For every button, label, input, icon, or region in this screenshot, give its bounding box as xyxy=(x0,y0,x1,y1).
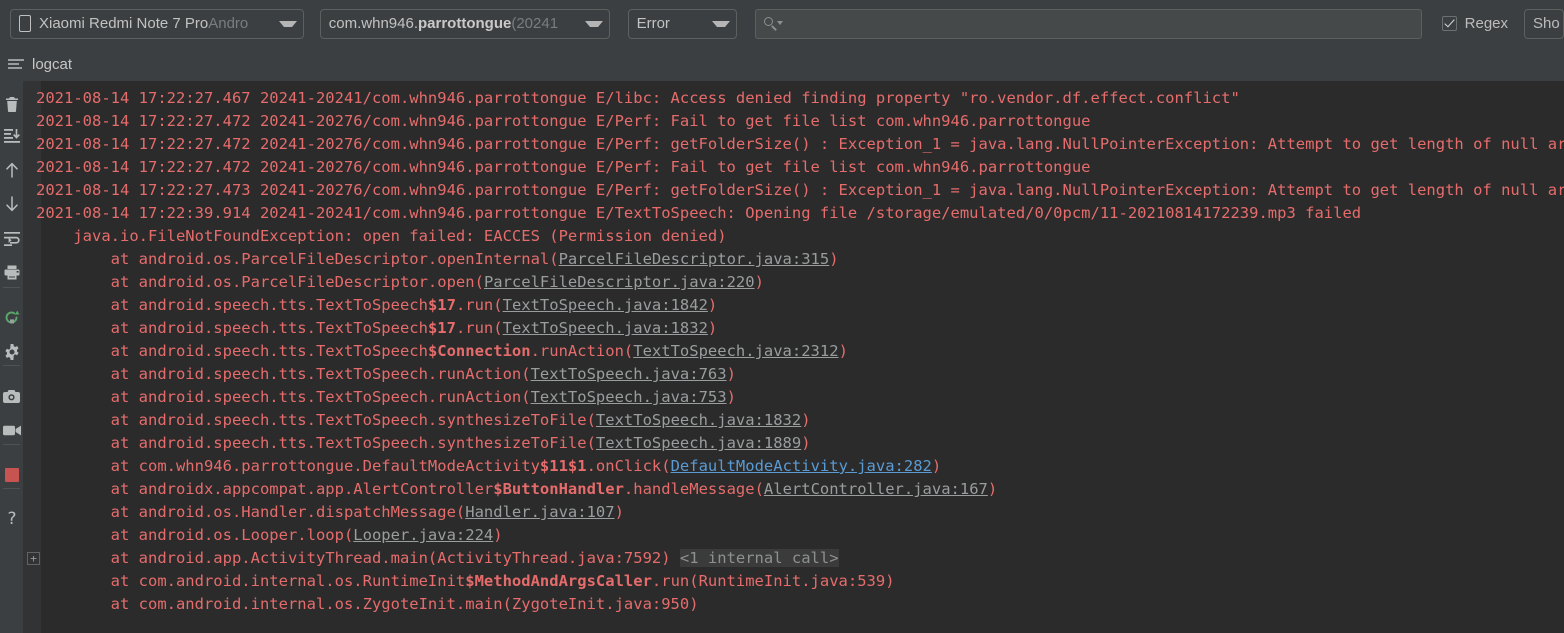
log-line[interactable]: at android.os.ParcelFileDescriptor.open(… xyxy=(36,271,1564,294)
logcat-tabstrip: logcat xyxy=(0,47,1564,81)
log-line[interactable]: at android.speech.tts.TextToSpeech$Conne… xyxy=(36,340,1564,363)
log-line-list: 2021-08-14 17:22:27.467 20241-20241/com.… xyxy=(36,87,1564,616)
print-icon[interactable] xyxy=(0,261,23,284)
device-selector[interactable]: Xiaomi Redmi Note 7 Pro Andro xyxy=(10,8,304,39)
source-link[interactable]: TextToSpeech.java:1889 xyxy=(596,434,801,452)
scroll-to-end-icon[interactable] xyxy=(0,124,23,147)
log-line[interactable]: 2021-08-14 17:22:39.914 20241-20241/com.… xyxy=(36,202,1564,225)
up-arrow-icon[interactable] xyxy=(0,158,23,181)
regex-checkbox[interactable] xyxy=(1441,16,1457,31)
log-line[interactable]: at android.speech.tts.TextToSpeech$17.ru… xyxy=(36,294,1564,317)
logcat-icon xyxy=(8,58,24,70)
search-icon[interactable] xyxy=(763,16,783,32)
chevron-down-icon xyxy=(278,20,297,27)
log-line[interactable]: 2021-08-14 17:22:27.473 20241-20276/com.… xyxy=(36,179,1564,202)
log-segment: $MethodAndArgsCaller xyxy=(465,572,652,590)
settings-gear-icon[interactable] xyxy=(0,340,23,363)
source-link[interactable]: TextToSpeech.java:2312 xyxy=(633,342,838,360)
soft-wrap-icon[interactable] xyxy=(0,227,23,250)
source-link[interactable]: AlertController.java:167 xyxy=(764,480,988,498)
log-segment: $17 xyxy=(427,319,456,337)
log-line[interactable]: at android.os.Looper.loop(Looper.java:22… xyxy=(36,524,1564,547)
log-line[interactable]: at android.speech.tts.TextToSpeech.runAc… xyxy=(36,363,1564,386)
log-line[interactable]: at com.whn946.parrottongue.DefaultModeAc… xyxy=(36,455,1564,478)
log-line[interactable]: at android.os.ParcelFileDescriptor.openI… xyxy=(36,248,1564,271)
log-segment: $ButtonHandler xyxy=(493,480,624,498)
log-line[interactable]: at android.app.ActivityThread.main(Activ… xyxy=(36,547,1564,570)
regex-label: Regex xyxy=(1464,15,1508,32)
down-arrow-icon[interactable] xyxy=(0,192,23,215)
log-segment: $17 xyxy=(427,296,456,314)
log-line[interactable]: at com.android.internal.os.ZygoteInit.ma… xyxy=(36,593,1564,616)
log-line[interactable]: at com.android.internal.os.RuntimeInit$M… xyxy=(36,570,1564,593)
svg-text:?: ? xyxy=(7,510,16,527)
clear-logcat-icon[interactable] xyxy=(0,93,23,116)
process-pid: (20241 xyxy=(511,15,559,32)
logcat-window: Xiaomi Redmi Note 7 Pro Andro com.whn946… xyxy=(0,0,1564,633)
log-segment: $Connection xyxy=(427,342,531,360)
source-link[interactable]: Handler.java:107 xyxy=(465,503,614,521)
chevron-down-icon xyxy=(584,20,603,27)
logcat-action-rail: ? xyxy=(0,81,23,633)
log-line[interactable]: 2021-08-14 17:22:27.467 20241-20241/com.… xyxy=(36,87,1564,110)
log-line[interactable]: java.io.FileNotFoundException: open fail… xyxy=(36,225,1564,248)
screenshot-camera-icon[interactable] xyxy=(0,385,23,408)
screen-record-icon[interactable] xyxy=(0,419,23,442)
restart-icon[interactable] xyxy=(0,306,23,329)
search-input[interactable] xyxy=(785,14,1413,33)
process-selector[interactable]: com.whn946. parrottongue (20241 xyxy=(319,8,610,39)
logcat-toolbar: Xiaomi Redmi Note 7 Pro Andro com.whn946… xyxy=(0,0,1564,47)
log-level-selector[interactable]: Error xyxy=(627,8,737,39)
log-line[interactable]: at android.speech.tts.TextToSpeech.synth… xyxy=(36,409,1564,432)
source-link[interactable]: TextToSpeech.java:763 xyxy=(531,365,727,383)
regex-option[interactable]: Regex xyxy=(1441,15,1508,32)
source-link[interactable]: ParcelFileDescriptor.java:315 xyxy=(559,250,830,268)
process-prefix: com.whn946. xyxy=(328,15,418,32)
show-only-selected-button[interactable]: Sho xyxy=(1524,8,1564,39)
log-line[interactable]: 2021-08-14 17:22:27.472 20241-20276/com.… xyxy=(36,156,1564,179)
source-link[interactable]: ParcelFileDescriptor.java:220 xyxy=(484,273,755,291)
log-line[interactable]: 2021-08-14 17:22:27.472 20241-20276/com.… xyxy=(36,133,1564,156)
source-link[interactable]: TextToSpeech.java:1842 xyxy=(503,296,708,314)
internal-call-badge: <1 internal call> xyxy=(679,549,839,567)
tab-logcat[interactable]: logcat xyxy=(8,56,72,73)
help-icon[interactable]: ? xyxy=(0,507,23,530)
source-link[interactable]: Looper.java:224 xyxy=(353,526,493,544)
log-line[interactable]: at android.os.Handler.dispatchMessage(Ha… xyxy=(36,501,1564,524)
device-name: Xiaomi Redmi Note 7 Pro xyxy=(39,15,209,32)
stop-icon[interactable] xyxy=(0,463,23,486)
chevron-down-icon xyxy=(711,20,730,27)
source-link[interactable]: TextToSpeech.java:1832 xyxy=(503,319,708,337)
log-line[interactable]: at android.speech.tts.TextToSpeech$17.ru… xyxy=(36,317,1564,340)
tab-logcat-label: logcat xyxy=(32,55,73,73)
source-link[interactable]: TextToSpeech.java:1832 xyxy=(596,411,801,429)
source-link[interactable]: DefaultModeActivity.java:282 xyxy=(671,457,932,475)
process-name: parrottongue xyxy=(418,15,512,32)
log-line[interactable]: at androidx.appcompat.app.AlertControlle… xyxy=(36,478,1564,501)
phone-icon xyxy=(19,15,31,32)
log-level-value: Error xyxy=(636,15,670,32)
log-segment: $11$1 xyxy=(539,457,587,475)
log-line[interactable]: 2021-08-14 17:22:27.472 20241-20276/com.… xyxy=(36,110,1564,133)
search-field[interactable] xyxy=(754,8,1422,39)
log-line[interactable]: at android.speech.tts.TextToSpeech.synth… xyxy=(36,432,1564,455)
source-link[interactable]: TextToSpeech.java:753 xyxy=(531,388,727,406)
device-detail: Andro xyxy=(208,15,249,32)
logcat-output[interactable]: + 2021-08-14 17:22:27.467 20241-20241/co… xyxy=(23,81,1564,633)
log-line[interactable]: at android.speech.tts.TextToSpeech.runAc… xyxy=(36,386,1564,409)
